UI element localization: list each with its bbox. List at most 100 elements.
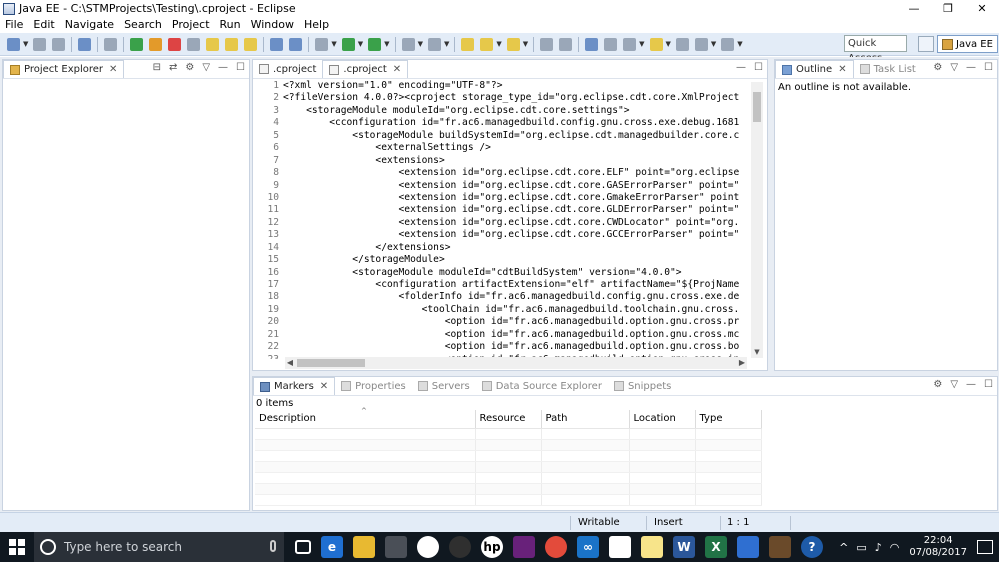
code-line[interactable]: 17 <configuration artifactExtension="elf…	[253, 279, 747, 291]
new-icon[interactable]	[7, 37, 20, 51]
next-annotation-dropdown-icon[interactable]: ▼	[639, 40, 644, 48]
terminate-icon[interactable]	[168, 37, 182, 51]
globe-icon[interactable]	[585, 37, 599, 51]
code-line[interactable]: 12 <extension id="org.eclipse.cdt.core.C…	[253, 217, 747, 229]
open-perspective-icon[interactable]	[918, 36, 934, 52]
mail-icon[interactable]	[609, 536, 631, 558]
debug-dropdown-icon[interactable]: ▼	[384, 40, 389, 48]
block-selection-icon[interactable]	[559, 37, 573, 51]
view-menu-icon[interactable]: ▽	[950, 62, 958, 73]
menu-project[interactable]: Project	[167, 18, 215, 31]
last-edit-location-icon[interactable]	[675, 37, 689, 51]
wifi-icon[interactable]: ◠	[890, 541, 900, 554]
notifications-icon[interactable]	[977, 540, 993, 554]
collapse-all-icon[interactable]: ⊟	[153, 62, 161, 73]
minimize-button[interactable]: —	[897, 0, 931, 17]
code-line[interactable]: 1 <?xml version="1.0" encoding="UTF-8"?>	[253, 80, 747, 92]
edge-icon[interactable]: e	[321, 536, 343, 558]
open-folder-icon[interactable]	[461, 37, 475, 51]
perspective-java-ee[interactable]: Java EE	[937, 35, 998, 53]
store-icon[interactable]	[385, 536, 407, 558]
maximize-view-icon[interactable]: ☐	[236, 62, 245, 73]
maximize-view-icon[interactable]: ☐	[984, 379, 993, 390]
network-icon[interactable]: ▭	[856, 541, 866, 554]
code-line[interactable]: 20 <option id="fr.ac6.managedbuild.optio…	[253, 316, 747, 328]
menu-run[interactable]: Run	[215, 18, 246, 31]
chrome-icon[interactable]	[545, 536, 567, 558]
build-icon[interactable]	[270, 37, 284, 51]
forward-icon[interactable]	[721, 37, 735, 51]
tab-data-source-explorer[interactable]: Data Source Explorer	[476, 377, 608, 395]
step-over-icon[interactable]	[225, 37, 239, 51]
tab-project-explorer[interactable]: Project Explorer ✕	[3, 60, 125, 78]
vertical-scrollbar[interactable]: ▼	[751, 82, 763, 358]
filter-icon[interactable]: ⚙	[933, 379, 942, 390]
step-into-icon[interactable]	[206, 37, 220, 51]
save-all-icon[interactable]	[52, 37, 66, 51]
menu-navigate[interactable]: Navigate	[60, 18, 119, 31]
maximize-view-icon[interactable]: ☐	[984, 62, 993, 73]
forward-dropdown-icon[interactable]: ▼	[737, 40, 742, 48]
save-icon[interactable]	[33, 37, 47, 51]
shield-icon[interactable]	[737, 536, 759, 558]
previous-annotation-dropdown-icon[interactable]: ▼	[666, 40, 671, 48]
maximize-view-icon[interactable]: ☐	[754, 62, 763, 73]
hp-icon[interactable]: hp	[481, 536, 503, 558]
taskbar-search[interactable]: Type here to search	[34, 532, 284, 562]
close-icon[interactable]: ✕	[393, 64, 401, 75]
menu-file[interactable]: File	[0, 18, 28, 31]
scroll-left-icon[interactable]: ◀	[285, 357, 295, 369]
tab-cproject-2[interactable]: .cproject ✕	[322, 60, 409, 78]
run-icon[interactable]	[341, 37, 355, 51]
column-path[interactable]: Path	[541, 410, 630, 429]
scrollbar-thumb[interactable]	[297, 359, 365, 367]
disconnect-icon[interactable]	[187, 37, 201, 51]
tab-outline[interactable]: Outline ✕	[775, 60, 854, 78]
new-class-dropdown-icon[interactable]: ▼	[444, 40, 449, 48]
code-line[interactable]: 3 <storageModule moduleId="org.eclipse.c…	[253, 105, 747, 117]
code-line[interactable]: 7 <extensions>	[253, 155, 747, 167]
code-line[interactable]: 6 <externalSettings />	[253, 142, 747, 154]
horizontal-scrollbar[interactable]: ◀ ▶	[285, 357, 747, 369]
code-line[interactable]: 5 <storageModule buildSystemId="org.ecli…	[253, 130, 747, 142]
visual-studio-icon[interactable]	[513, 536, 535, 558]
suspend-icon[interactable]	[149, 37, 163, 51]
debug-icon[interactable]	[368, 37, 382, 51]
menu-search[interactable]: Search	[119, 18, 167, 31]
step-return-icon[interactable]	[244, 37, 258, 51]
excel-icon[interactable]: X	[705, 536, 727, 558]
tab-snippets[interactable]: Snippets	[608, 377, 677, 395]
next-annotation-icon[interactable]	[623, 37, 637, 51]
settings-icon[interactable]	[315, 37, 329, 51]
infinity-app-icon[interactable]: ∞	[577, 536, 599, 558]
terminal-icon[interactable]	[78, 37, 92, 51]
tab-markers[interactable]: Markers ✕	[253, 377, 336, 395]
minimize-view-icon[interactable]: —	[218, 62, 228, 73]
column-location[interactable]: Location	[629, 410, 696, 429]
open-task-icon[interactable]	[506, 37, 520, 51]
back-icon[interactable]	[694, 37, 708, 51]
filter-icon[interactable]: ⚙	[933, 62, 942, 73]
code-editor[interactable]: 1 <?xml version="1.0" encoding="UTF-8"?> 2…	[253, 80, 747, 359]
microphone-icon[interactable]	[270, 540, 276, 552]
open-type-dropdown-icon[interactable]: ▼	[496, 40, 501, 48]
column-description[interactable]: ^ Description	[255, 407, 476, 429]
system-clock[interactable]: 22:04 07/08/2017	[909, 535, 967, 559]
new-class-icon[interactable]	[427, 37, 441, 51]
menu-help[interactable]: Help	[299, 18, 334, 31]
tab-task-list[interactable]: Task List	[854, 60, 922, 78]
open-type-icon[interactable]	[480, 37, 494, 51]
chevron-up-icon[interactable]: ^	[839, 541, 848, 554]
minimize-view-icon[interactable]: —	[966, 62, 976, 73]
help-icon[interactable]: ?	[801, 536, 823, 558]
tab-properties[interactable]: Properties	[335, 377, 412, 395]
menu-edit[interactable]: Edit	[28, 18, 59, 31]
menu-window[interactable]: Window	[246, 18, 299, 31]
resume-icon[interactable]	[130, 37, 144, 51]
close-icon[interactable]: ✕	[109, 64, 117, 75]
back-dropdown-icon[interactable]: ▼	[711, 40, 716, 48]
new-dropdown-icon[interactable]: ▼	[23, 40, 28, 48]
maximize-button[interactable]: ❐	[931, 0, 965, 17]
scrollbar-thumb[interactable]	[753, 92, 761, 122]
open-task-dropdown-icon[interactable]: ▼	[523, 40, 528, 48]
